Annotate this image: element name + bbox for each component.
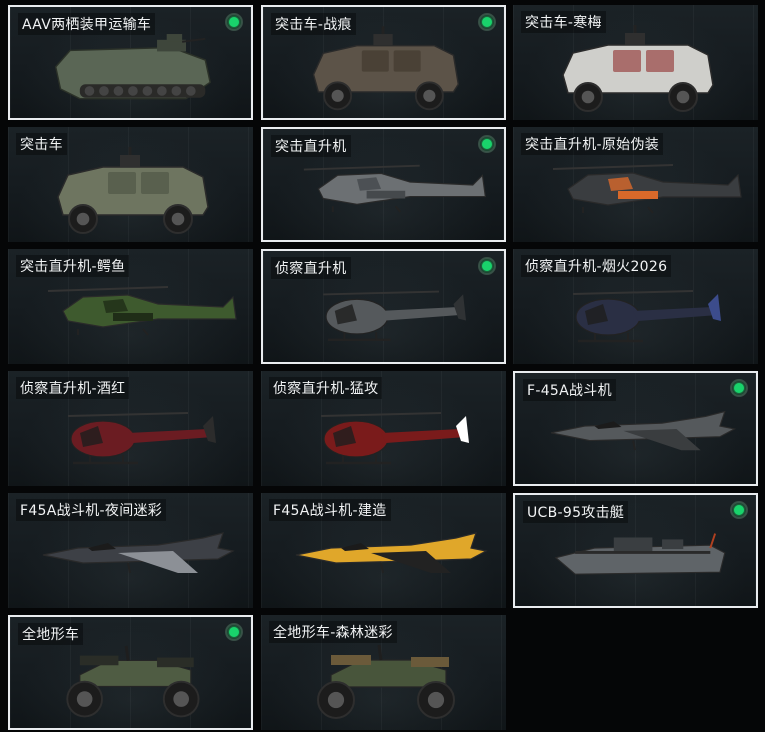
vehicle-skin-grid: AAV两栖装甲运输车 突击车-战痕 突击车-寒梅 突击车 突击直升机 突击直升机… <box>0 0 765 732</box>
vehicle-card[interactable]: F45A战斗机-建造 <box>261 493 506 608</box>
vehicle-card[interactable]: 全地形车 <box>8 615 253 730</box>
green-dot-icon <box>730 379 748 397</box>
green-dot-icon <box>225 623 243 641</box>
vehicle-name: 侦察直升机-酒红 <box>16 377 130 399</box>
vehicle-card[interactable]: UCB-95攻击艇 <box>513 493 758 608</box>
vehicle-name: 侦察直升机-猛攻 <box>269 377 383 399</box>
vehicle-name: 侦察直升机-烟火2026 <box>521 255 672 277</box>
status-dot-icon <box>734 383 744 393</box>
vehicle-name: F-45A战斗机 <box>523 379 616 401</box>
vehicle-card[interactable]: F-45A战斗机 <box>513 371 758 486</box>
vehicle-name: 突击直升机 <box>271 135 351 157</box>
green-dot-icon <box>730 501 748 519</box>
vehicle-card[interactable]: F45A战斗机-夜间迷彩 <box>8 493 253 608</box>
vehicle-card[interactable]: 侦察直升机 <box>261 249 506 364</box>
vehicle-card[interactable]: 突击直升机 <box>261 127 506 242</box>
vehicle-name: AAV两栖装甲运输车 <box>18 13 156 35</box>
vehicle-name: 突击车 <box>16 133 67 155</box>
status-dot-icon <box>482 261 492 271</box>
green-dot-icon <box>478 257 496 275</box>
vehicle-name: F45A战斗机-建造 <box>269 499 391 521</box>
vehicle-card[interactable]: 全地形车-森林迷彩 <box>261 615 506 730</box>
status-dot-icon <box>229 17 239 27</box>
vehicle-name: 突击直升机-鳄鱼 <box>16 255 130 277</box>
vehicle-card[interactable]: 突击车-寒梅 <box>513 5 758 120</box>
vehicle-name: 全地形车-森林迷彩 <box>269 621 397 643</box>
green-dot-icon <box>478 13 496 31</box>
vehicle-card[interactable]: 突击直升机-原始伪装 <box>513 127 758 242</box>
vehicle-card[interactable]: 突击车-战痕 <box>261 5 506 120</box>
vehicle-card[interactable]: 突击直升机-鳄鱼 <box>8 249 253 364</box>
vehicle-name: 侦察直升机 <box>271 257 351 279</box>
vehicle-name: 突击直升机-原始伪装 <box>521 133 664 155</box>
status-dot-icon <box>482 17 492 27</box>
vehicle-card[interactable]: 侦察直升机-猛攻 <box>261 371 506 486</box>
vehicle-name: 突击车-寒梅 <box>521 11 606 33</box>
status-dot-icon <box>229 627 239 637</box>
vehicle-name: 突击车-战痕 <box>271 13 356 35</box>
vehicle-card[interactable]: 突击车 <box>8 127 253 242</box>
status-dot-icon <box>734 505 744 515</box>
vehicle-name: 全地形车 <box>18 623 84 645</box>
vehicle-card[interactable]: 侦察直升机-酒红 <box>8 371 253 486</box>
vehicle-name: UCB-95攻击艇 <box>523 501 629 523</box>
status-dot-icon <box>482 139 492 149</box>
vehicle-card[interactable]: AAV两栖装甲运输车 <box>8 5 253 120</box>
vehicle-card[interactable]: 侦察直升机-烟火2026 <box>513 249 758 364</box>
green-dot-icon <box>478 135 496 153</box>
vehicle-name: F45A战斗机-夜间迷彩 <box>16 499 167 521</box>
green-dot-icon <box>225 13 243 31</box>
